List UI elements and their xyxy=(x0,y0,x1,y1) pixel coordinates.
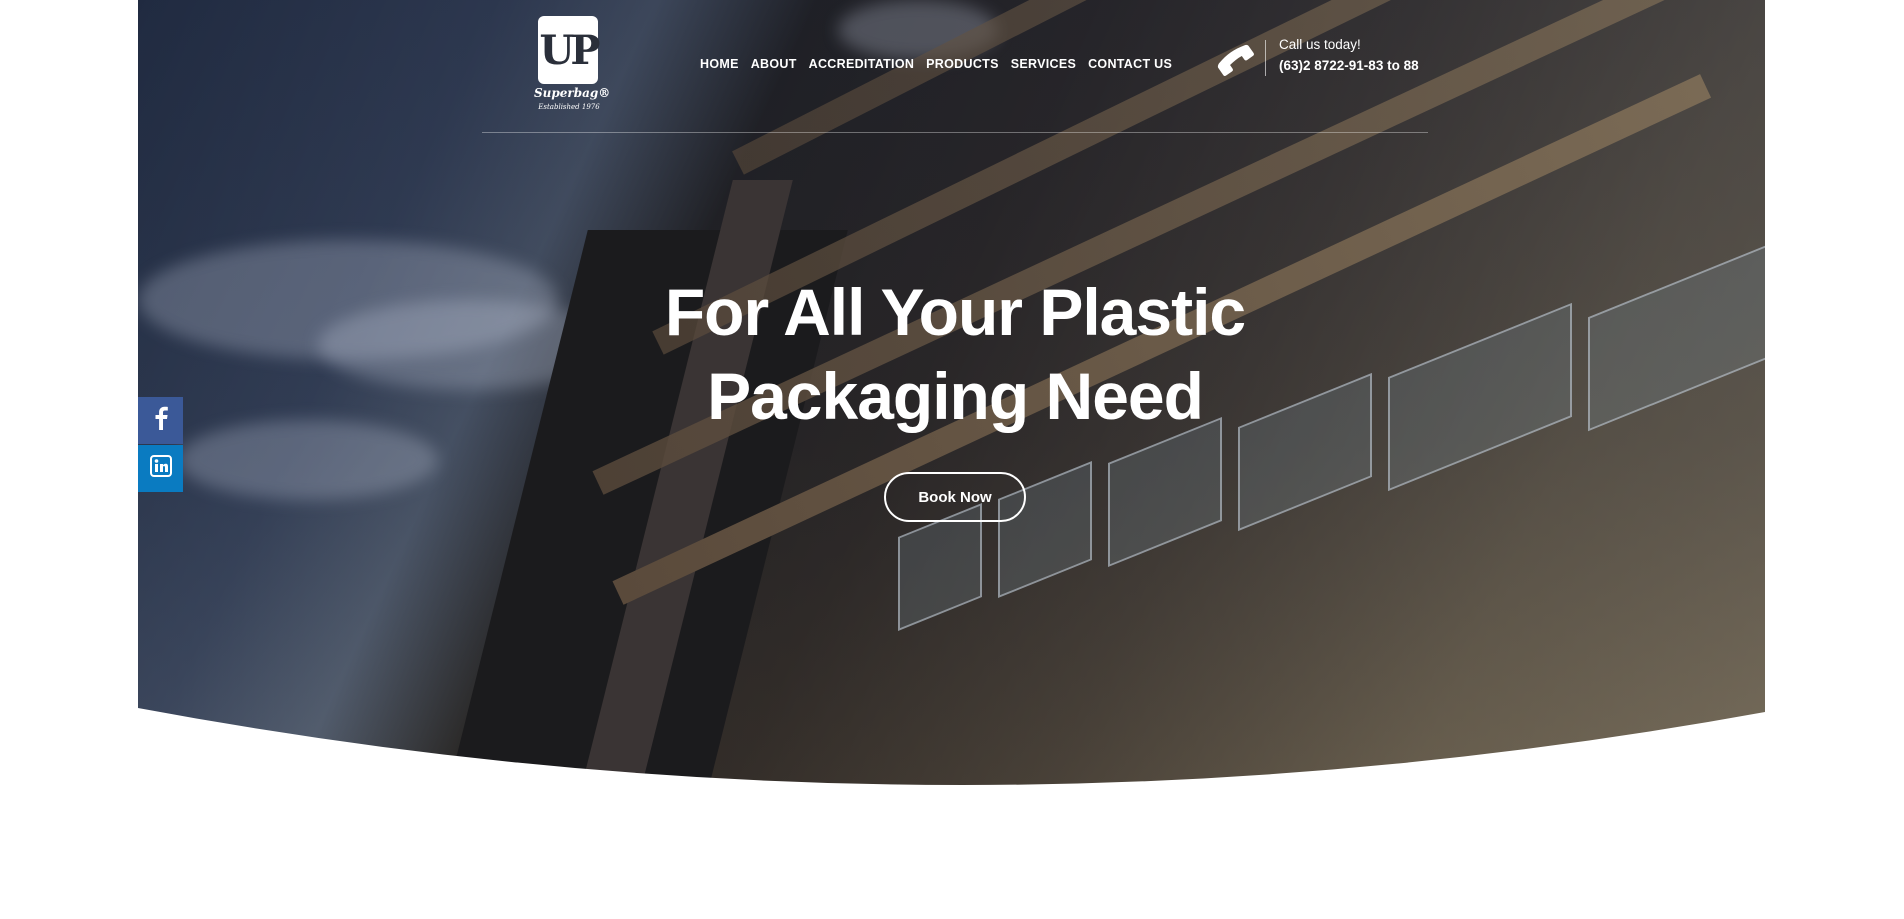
superbag-logo[interactable]: UP Superbag® Established 1976 xyxy=(534,16,611,116)
logo-mark: UP xyxy=(538,16,601,84)
hero-headline-line2: Packaging Need xyxy=(707,359,1204,433)
header-divider xyxy=(482,132,1428,133)
book-now-button[interactable]: Book Now xyxy=(884,472,1026,522)
hero-headline-line1: For All Your Plastic xyxy=(664,275,1246,349)
social-sidebar xyxy=(138,397,183,493)
nav-about[interactable]: ABOUT xyxy=(751,57,797,71)
phone-icon xyxy=(1216,40,1256,80)
contact-divider xyxy=(1265,40,1266,76)
facebook-icon xyxy=(153,406,169,435)
logo-established: Established 1976 xyxy=(538,103,600,111)
logo-letters: UP xyxy=(539,26,601,74)
linkedin-icon xyxy=(149,455,172,482)
nav-services[interactable]: SERVICES xyxy=(1011,57,1076,71)
nav-accreditation[interactable]: ACCREDITATION xyxy=(809,57,915,71)
nav-home[interactable]: HOME xyxy=(700,57,739,71)
nav-products[interactable]: PRODUCTS xyxy=(926,57,999,71)
facebook-link[interactable] xyxy=(138,397,183,444)
hero-headline: For All Your Plastic Packaging Need xyxy=(560,270,1350,438)
call-us-label: Call us today! xyxy=(1279,37,1361,52)
logo-wordmark: Superbag® xyxy=(534,86,611,100)
nav-contact-us[interactable]: CONTACT US xyxy=(1088,57,1172,71)
phone-number[interactable]: (63)2 8722-91-83 to 88 xyxy=(1279,58,1419,73)
main-nav: HOME ABOUT ACCREDITATION PRODUCTS SERVIC… xyxy=(700,57,1172,71)
linkedin-link[interactable] xyxy=(138,445,183,492)
